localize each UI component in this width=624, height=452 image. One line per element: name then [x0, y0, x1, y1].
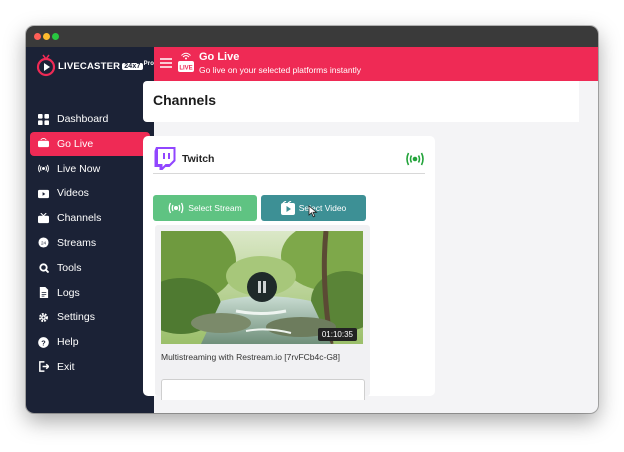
channel-card-twitch: Twitch Select Stream Select Video 01:10:… — [143, 136, 435, 400]
logo-suffix: Pro — [143, 61, 155, 67]
video-icon — [280, 201, 295, 215]
sidebar-item-label: Logs — [57, 286, 80, 299]
hamburger-menu-icon[interactable] — [160, 57, 172, 69]
twitch-icon — [154, 147, 176, 170]
broadcast-icon — [168, 202, 184, 214]
live-badge-icon — [37, 138, 49, 150]
page-subtitle: Go live on your selected platforms insta… — [199, 65, 362, 75]
minimize-window-button[interactable] — [43, 33, 50, 40]
gear-icon — [37, 311, 49, 323]
sidebar-item-exit[interactable]: Exit — [30, 355, 150, 379]
sidebar-item-live-now[interactable]: Live Now — [30, 157, 150, 181]
sidebar-item-videos[interactable]: Videos — [30, 181, 150, 205]
sidebar: LIVECASTER 24x7 Pro Dashboard Go Live Live… — [26, 47, 154, 413]
broadcast-icon — [37, 163, 49, 175]
video-details-panel — [161, 379, 365, 400]
sidebar-item-go-live[interactable]: Go Live — [30, 131, 150, 156]
svg-text:LIVE: LIVE — [179, 66, 192, 72]
streams-icon: 24 — [37, 237, 49, 249]
window-titlebar — [26, 26, 598, 47]
sidebar-item-help[interactable]: ? Help — [30, 330, 150, 354]
logo-badge: 24x7 — [122, 63, 143, 70]
pause-button[interactable] — [247, 272, 277, 302]
sidebar-item-label: Help — [57, 336, 79, 349]
app-logo[interactable]: LIVECASTER 24x7 Pro — [36, 53, 154, 79]
logo-mark-icon — [36, 54, 56, 77]
video-duration: 01:10:35 — [317, 328, 357, 341]
sidebar-item-settings[interactable]: Settings — [30, 305, 150, 329]
sidebar-item-tools[interactable]: Tools — [30, 256, 150, 280]
sidebar-item-label: Dashboard — [57, 113, 109, 125]
live-badge-icon: LIVE — [178, 52, 194, 72]
divider — [153, 173, 425, 174]
tv-icon — [37, 212, 49, 224]
section-title: Channels — [153, 92, 217, 108]
maximize-window-button[interactable] — [52, 33, 59, 40]
page-header: LIVE Go Live Go live on your selected pl… — [154, 47, 598, 81]
sidebar-item-dashboard[interactable]: Dashboard — [30, 107, 150, 131]
channel-name: Twitch — [182, 153, 215, 165]
sidebar-item-streams[interactable]: 24 Streams — [30, 231, 150, 255]
sidebar-nav: Dashboard Go Live Live Now Videos Channe… — [30, 107, 150, 380]
video-thumbnail[interactable]: 01:10:35 — [161, 231, 363, 344]
select-stream-button[interactable]: Select Stream — [153, 195, 257, 221]
help-icon: ? — [37, 336, 49, 348]
select-stream-label: Select Stream — [188, 203, 242, 213]
svg-text:?: ? — [41, 338, 46, 347]
sidebar-item-label: Go Live — [57, 137, 94, 150]
exit-icon — [37, 361, 49, 373]
live-status-icon — [406, 152, 424, 166]
mouse-cursor-icon — [308, 205, 318, 218]
sidebar-item-label: Tools — [57, 261, 82, 274]
logo-text: LIVECASTER 24x7 Pro — [58, 61, 155, 72]
close-window-button[interactable] — [34, 33, 41, 40]
sidebar-item-logs[interactable]: Logs — [30, 281, 150, 305]
video-preview-panel: 01:10:35 Multistreaming with Restream.io… — [155, 225, 370, 400]
channels-section-header: Channels — [143, 81, 579, 122]
sidebar-item-channels[interactable]: Channels — [30, 206, 150, 230]
sidebar-item-label: Live Now — [57, 162, 101, 175]
logs-icon — [37, 287, 49, 299]
sidebar-item-label: Settings — [57, 311, 95, 324]
select-video-label: Select Video — [298, 203, 347, 213]
tools-icon — [37, 262, 49, 274]
video-title: Multistreaming with Restream.io [7rvFCb4… — [161, 352, 341, 362]
dashboard-icon — [37, 113, 49, 125]
sidebar-item-label: Streams — [57, 236, 97, 249]
sidebar-item-label: Channels — [57, 212, 102, 225]
sidebar-item-label: Exit — [57, 360, 75, 373]
video-icon — [37, 187, 49, 199]
pause-icon — [258, 281, 266, 293]
page-title: Go Live — [199, 51, 240, 63]
sidebar-item-label: Videos — [57, 187, 89, 200]
svg-text:24: 24 — [40, 241, 46, 246]
